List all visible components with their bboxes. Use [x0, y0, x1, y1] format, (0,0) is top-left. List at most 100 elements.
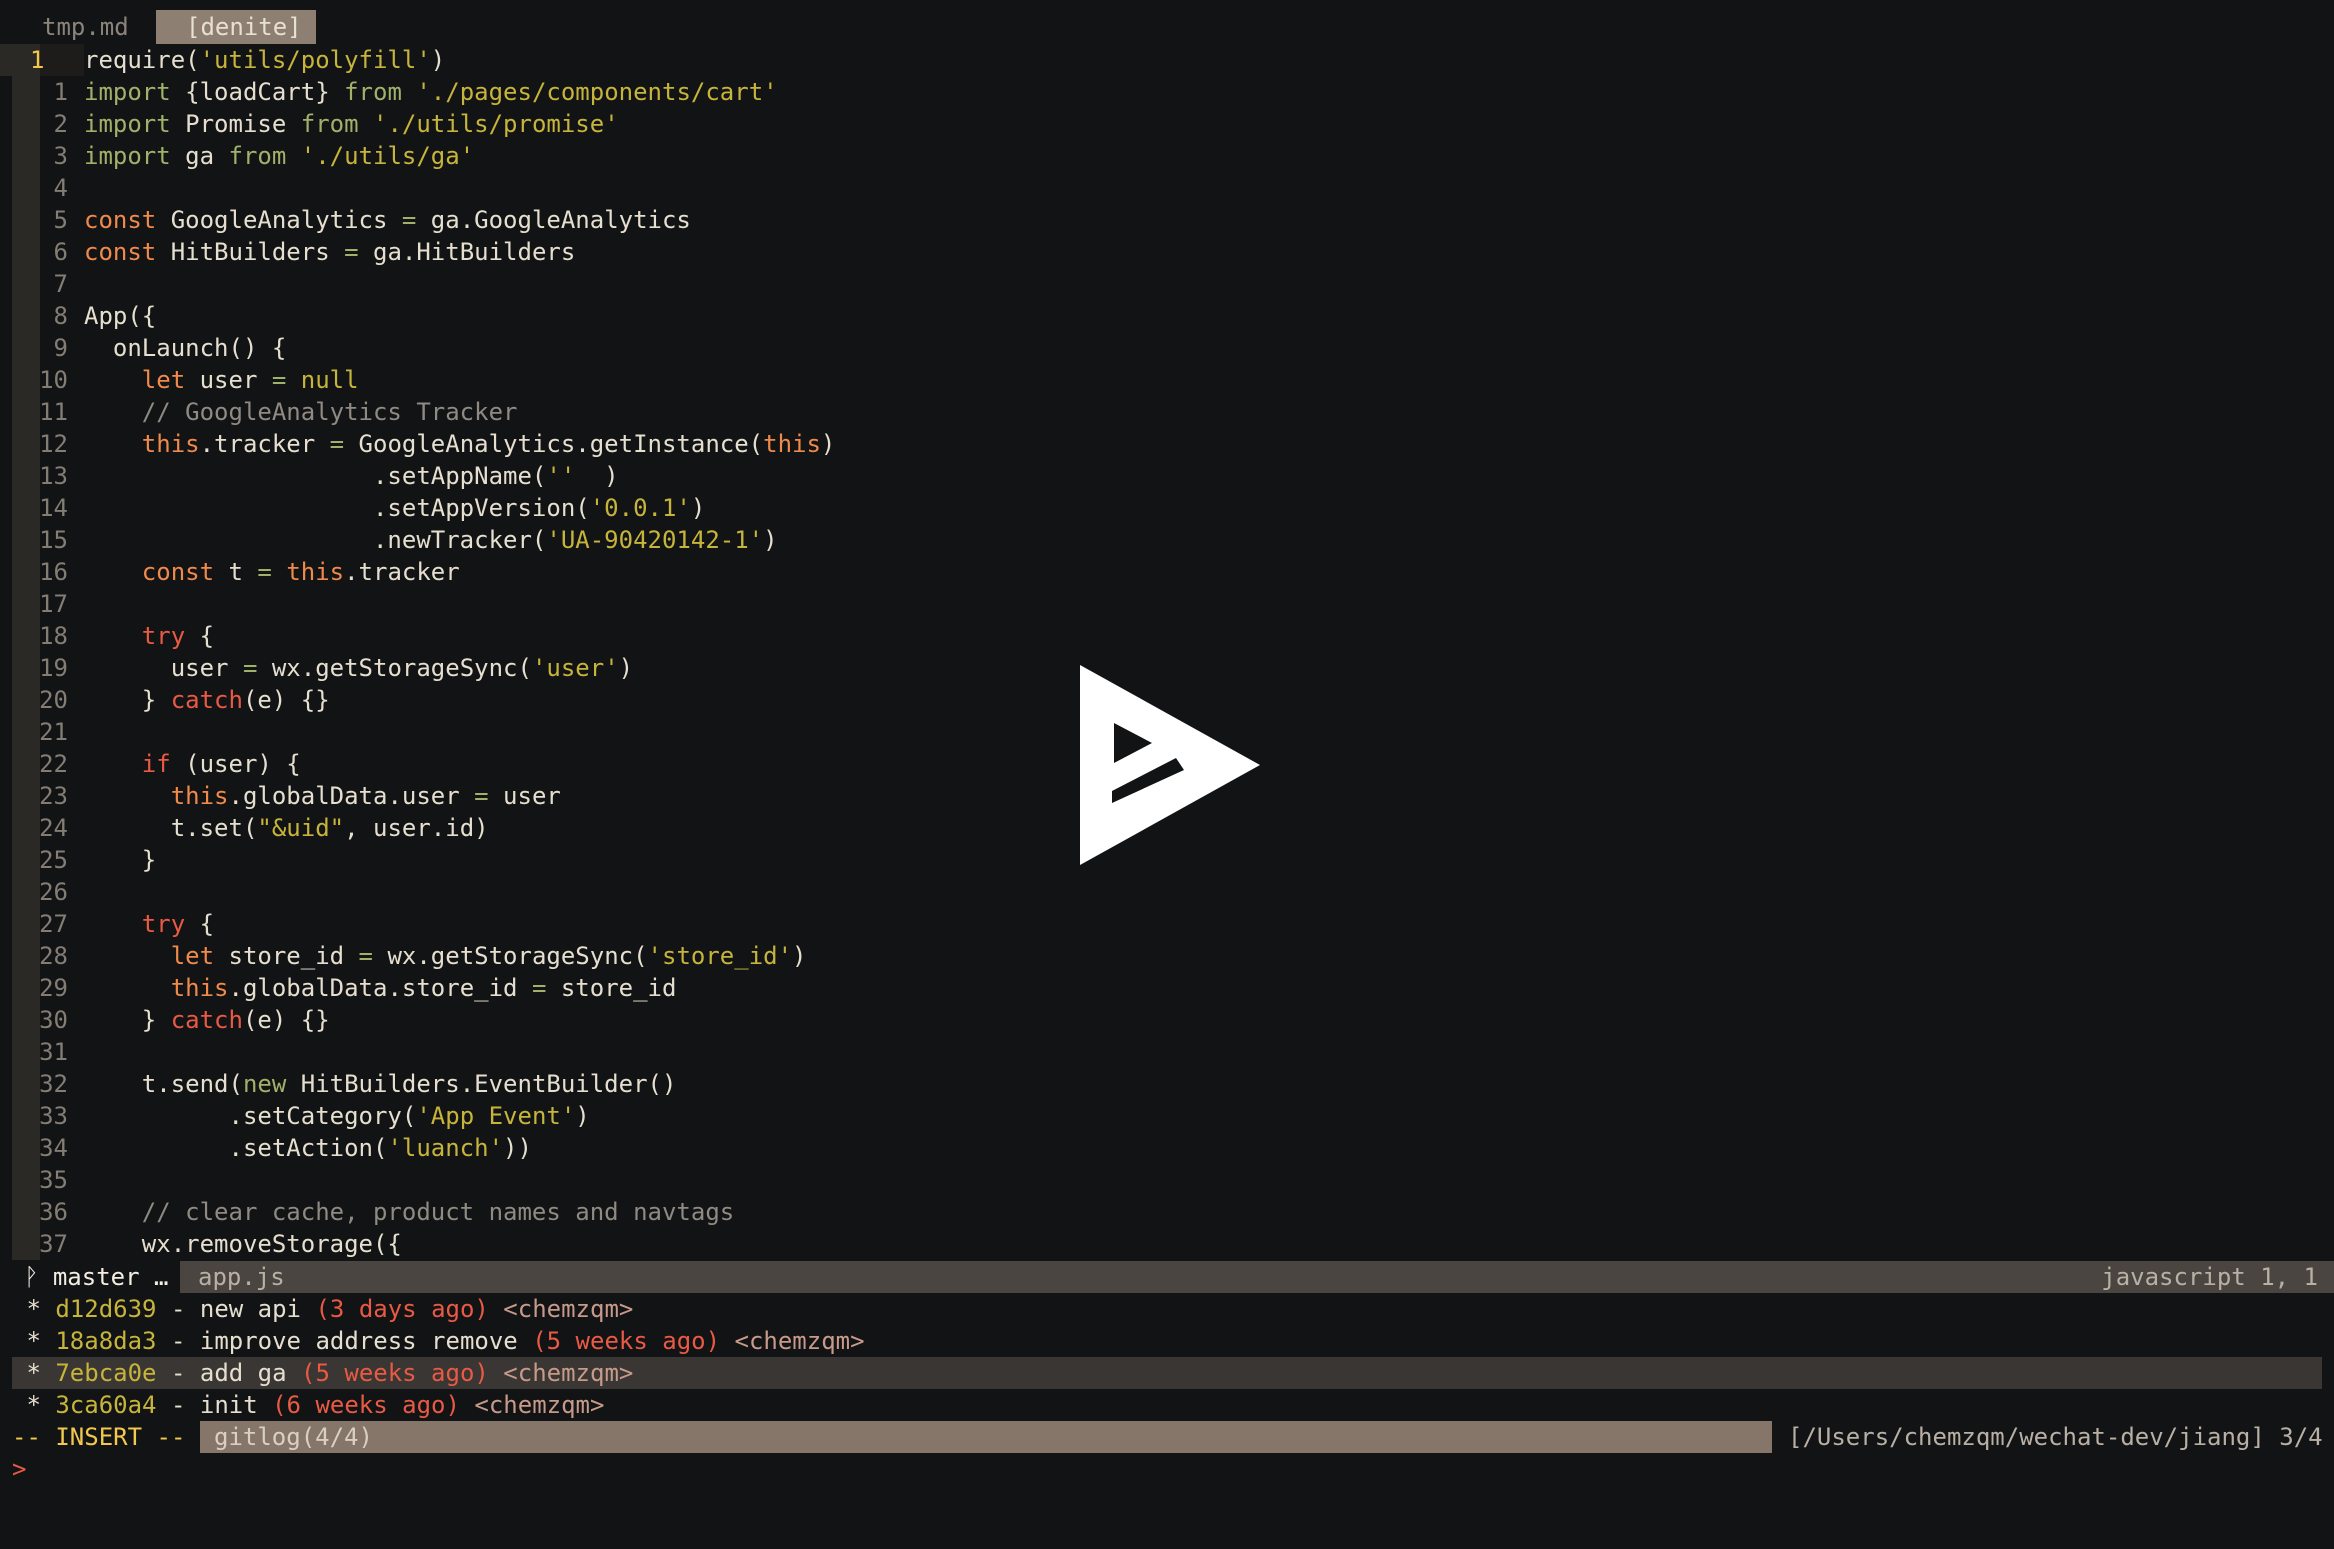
gitlog-item[interactable]: * 3ca60a4 - init (6 weeks ago) <chemzqm> [12, 1389, 2322, 1421]
code-line[interactable]: 16 const t = this.tracker [0, 556, 460, 588]
code-line[interactable]: 18 try { [0, 620, 214, 652]
code-line[interactable]: 11 // GoogleAnalytics Tracker [0, 396, 517, 428]
code-token: = [358, 942, 388, 970]
code-line[interactable]: 32 t.send(new HitBuilders.EventBuilder() [0, 1068, 676, 1100]
code-line[interactable]: 6 const HitBuilders = ga.HitBuilders [0, 236, 576, 268]
code-line[interactable]: 34 .setAction('luanch')) [0, 1132, 532, 1164]
commit-author: <chemzqm> [488, 1295, 634, 1323]
code-token: = [401, 206, 431, 234]
code-token: import [84, 110, 186, 138]
code-token: wx.getStorageSync( [271, 654, 532, 682]
code-line[interactable]: 27 try { [0, 908, 214, 940]
code-token: GoogleAnalytics.getInstance( [358, 430, 764, 458]
code-token: Promise [185, 110, 301, 138]
code-token: if [141, 750, 186, 778]
code-line[interactable]: 2 import Promise from './utils/promise' [0, 108, 619, 140]
code-token: (e) {} [242, 686, 330, 714]
commit-author: <chemzqm> [720, 1327, 865, 1355]
code-line[interactable]: 28 let store_id = wx.getStorageSync('sto… [0, 940, 806, 972]
gitlog-item[interactable]: * 18a8da3 - improve address remove (5 we… [12, 1325, 2322, 1357]
line-number: 36 [39, 1198, 68, 1226]
code-line[interactable]: 5 const GoogleAnalytics = ga.GoogleAnalyt… [0, 204, 691, 236]
code-line[interactable]: 13 .setAppName('' ) [0, 460, 619, 492]
code-line[interactable]: 17 [0, 588, 84, 620]
code-token: user [503, 782, 561, 810]
code-line[interactable]: 19 user = wx.getStorageSync('user') [0, 652, 633, 684]
code-line[interactable]: 33 .setCategory('App Event') [0, 1100, 590, 1132]
code-token: try [141, 622, 200, 650]
code-token: new [242, 1070, 301, 1098]
commit-hash: 3ca60a4 [55, 1391, 157, 1419]
code-line[interactable]: 14 .setAppVersion('0.0.1') [0, 492, 705, 524]
line-number: 10 [39, 366, 68, 394]
commit-author: <chemzqm> [459, 1391, 605, 1419]
tab-tmp-md[interactable]: tmp.md [30, 10, 141, 44]
code-editor[interactable]: 1 require('utils/polyfill') 1 import {loadC… [0, 44, 2334, 1260]
code-token: const [84, 206, 171, 234]
code-line[interactable]: 31 [0, 1036, 84, 1068]
code-line[interactable]: 9 onLaunch() { [0, 332, 287, 364]
code-line[interactable]: 20 } catch(e) {} [0, 684, 330, 716]
code-token: .newTracker( [84, 526, 547, 554]
code-token: '' [546, 462, 576, 490]
line-number: 4 [53, 174, 68, 202]
code-line[interactable]: 26 [0, 876, 84, 908]
code-line[interactable]: 4 [0, 172, 84, 204]
line-number: 35 [39, 1166, 68, 1194]
code-line[interactable]: 1 require('utils/polyfill') [0, 44, 445, 76]
commit-msg: - improve address remove [156, 1327, 533, 1355]
code-token: ga.HitBuilders [373, 238, 576, 266]
code-token: .globalData.user [228, 782, 475, 810]
line-number: 28 [39, 942, 68, 970]
gitlog-item[interactable]: * d12d639 - new api (3 days ago) <chemzq… [12, 1293, 2322, 1325]
code-line[interactable]: 30 } catch(e) {} [0, 1004, 330, 1036]
line-number: 5 [53, 206, 68, 234]
code-token: HitBuilders.EventBuilder() [300, 1070, 677, 1098]
line-number: 22 [39, 750, 68, 778]
commit-hash: d12d639 [55, 1295, 157, 1323]
code-line[interactable]: 1 import {loadCart} from './pages/compone… [0, 76, 778, 108]
code-line[interactable]: 8 App({ [0, 300, 157, 332]
code-line[interactable]: 7 [0, 268, 84, 300]
denite-prompt[interactable]: > [12, 1453, 26, 1485]
commit-msg: - add ga [156, 1359, 302, 1387]
code-line[interactable]: 24 t.set("&uid", user.id) [0, 812, 489, 844]
code-token: (e) {} [242, 1006, 330, 1034]
code-token: ) [575, 1102, 590, 1130]
code-token: = [344, 238, 373, 266]
code-line[interactable]: 3 import ga from './utils/ga' [0, 140, 475, 172]
code-token: let [141, 366, 200, 394]
code-line[interactable]: 22 if (user) { [0, 748, 301, 780]
code-token: try [141, 910, 200, 938]
code-line[interactable]: 37 wx.removeStorage({ [0, 1228, 402, 1260]
tab-denite[interactable]: [denite] [156, 10, 316, 44]
play-icon[interactable] [1080, 665, 1260, 865]
code-token: .tracker [344, 558, 460, 586]
code-token: store_id [560, 974, 677, 1002]
code-token: from [344, 78, 417, 106]
code-token: = [531, 974, 561, 1002]
code-token: .setCategory( [84, 1102, 417, 1130]
code-token: HitBuilders [170, 238, 345, 266]
code-line[interactable]: 12 this.tracker = GoogleAnalytics.getIns… [0, 428, 835, 460]
mode-indicator: -- INSERT -- [12, 1423, 186, 1451]
code-line[interactable]: 29 this.globalData.store_id = store_id [0, 972, 676, 1004]
code-line[interactable]: 15 .newTracker('UA-90420142-1') [0, 524, 777, 556]
code-token: .setAction( [84, 1134, 388, 1162]
code-token: } [84, 846, 157, 874]
code-line[interactable]: 10 let user = null [0, 364, 358, 396]
line-number: 1 [0, 44, 84, 76]
code-line[interactable]: 21 [0, 716, 84, 748]
code-line[interactable]: 25 } [0, 844, 156, 876]
code-line[interactable]: 35 [0, 1164, 84, 1196]
code-token: .setAppVersion( [84, 494, 590, 522]
line-number: 30 [39, 1006, 68, 1034]
gitlog-item[interactable]: * 7ebca0e - add ga (5 weeks ago) <chemzq… [12, 1357, 2322, 1389]
code-line[interactable]: 36 // clear cache, product names and nav… [0, 1196, 734, 1228]
code-line[interactable]: 23 this.globalData.user = user [0, 780, 561, 812]
